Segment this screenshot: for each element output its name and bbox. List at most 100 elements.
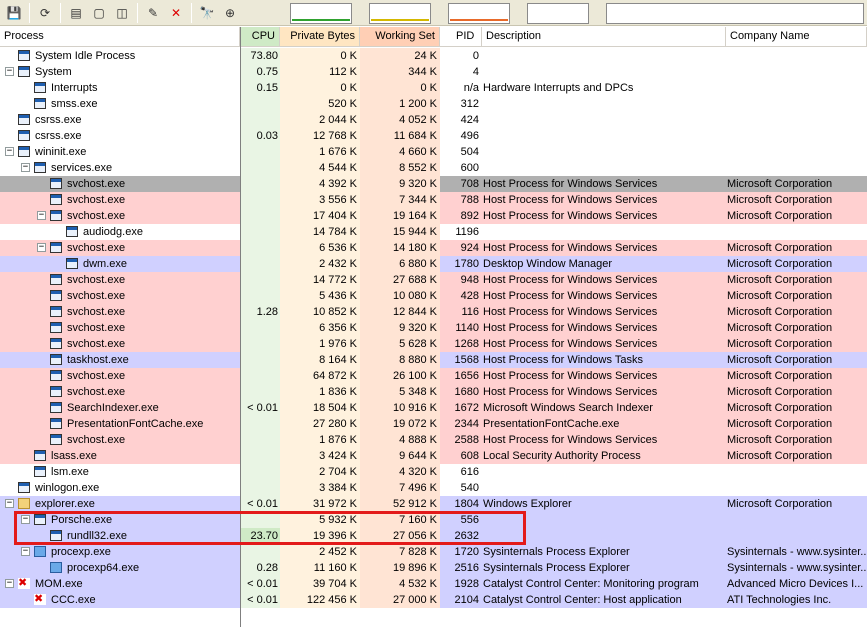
column-description[interactable]: Description <box>482 27 726 46</box>
column-company[interactable]: Company Name <box>726 27 867 46</box>
cpu-value: 0.03 <box>240 128 280 144</box>
process-row[interactable]: lsass.exe 3 424 K9 644 K 608 Local Security… <box>0 448 867 464</box>
description-value: Host Process for Windows Services <box>482 240 724 256</box>
save-icon[interactable]: 💾 <box>4 3 24 23</box>
private-bytes-value: 31 972 K <box>280 496 360 512</box>
column-working-set[interactable]: Working Set <box>360 27 440 46</box>
process-row[interactable]: − ✖ MOM.exe < 0.01 39 704 K4 532 K 1928 Cataly… <box>0 576 867 592</box>
process-cell: svchost.exe <box>0 368 240 384</box>
process-row[interactable]: − procexp.exe 2 452 K7 828 K 1720 Sysinterna… <box>0 544 867 560</box>
process-cell: svchost.exe <box>0 304 240 320</box>
working-set-value: 9 644 K <box>360 448 440 464</box>
process-row[interactable]: − Porsche.exe 5 932 K7 160 K 556 <box>0 512 867 528</box>
commit-graph[interactable] <box>369 3 431 24</box>
process-row[interactable]: rundll32.exe 23.70 19 396 K 27 056 K 2632 <box>0 528 867 544</box>
process-row[interactable]: svchost.exe 1 976 K5 628 K 1268 Host Proces… <box>0 336 867 352</box>
process-name: svchost.exe <box>67 338 126 350</box>
process-cell: svchost.exe <box>0 384 240 400</box>
application-icon <box>66 258 78 269</box>
process-row[interactable]: − svchost.exe 6 536 K 14 180 K 924 Host Proce… <box>0 240 867 256</box>
process-row[interactable]: svchost.exe 6 356 K9 320 K 1140 Host Proces… <box>0 320 867 336</box>
collapse-icon[interactable]: − <box>21 515 30 524</box>
column-divider <box>240 27 241 627</box>
network-graph[interactable] <box>527 3 589 24</box>
private-bytes-value: 2 704 K <box>280 464 360 480</box>
company-value: Microsoft Corporation <box>726 240 867 256</box>
collapse-icon[interactable]: − <box>37 243 46 252</box>
disk-graph[interactable] <box>606 3 864 24</box>
cpu-graph[interactable] <box>290 3 352 24</box>
company-value: ATI Technologies Inc. <box>726 592 867 608</box>
process-row[interactable]: Interrupts 0.15 0 K0 Kn/a Hardware Interrup… <box>0 80 867 96</box>
collapse-icon[interactable]: − <box>5 579 14 588</box>
row-gap <box>724 512 726 528</box>
find-window-icon[interactable]: ◫ <box>112 3 132 23</box>
process-row[interactable]: csrss.exe 0.03 12 768 K 11 684 K 496 <box>0 128 867 144</box>
properties-icon[interactable]: ✎ <box>143 3 163 23</box>
process-row[interactable]: − explorer.exe < 0.01 31 972 K 52 912 K 1804 W… <box>0 496 867 512</box>
pid-value: 1196 <box>455 226 479 238</box>
process-row[interactable]: svchost.exe 5 436 K 10 080 K 428 Host Proces… <box>0 288 867 304</box>
collapse-icon[interactable]: − <box>21 547 30 556</box>
company-value: Microsoft Corporation <box>726 336 867 352</box>
process-row[interactable]: − svchost.exe 17 404 K 19 164 K 892 Host Proc… <box>0 208 867 224</box>
process-cell: svchost.exe <box>0 320 240 336</box>
process-row[interactable]: System Idle Process 73.80 0 K 24 K 0 <box>0 48 867 64</box>
process-cell: − explorer.exe <box>0 496 240 512</box>
process-row[interactable]: lsm.exe 2 704 K4 320 K 616 <box>0 464 867 480</box>
collapse-icon[interactable]: − <box>21 163 30 172</box>
private-bytes-value: 2 452 K <box>280 544 360 560</box>
process-row[interactable]: procexp64.exe 0.28 11 160 K 19 896 K 2516 Sys… <box>0 560 867 576</box>
process-row[interactable]: dwm.exe 2 432 K6 880 K 1780 Desktop Window … <box>0 256 867 272</box>
process-row[interactable]: svchost.exe 1.28 10 852 K 12 844 K 116 Host P… <box>0 304 867 320</box>
io-graph[interactable] <box>448 3 510 24</box>
find-icon[interactable]: 🔭 <box>197 3 217 23</box>
process-row[interactable]: ✖ CCC.exe < 0.01 122 456 K 27 000 K 2104 Catal… <box>0 592 867 608</box>
working-set-value: 4 888 K <box>360 432 440 448</box>
private-bytes-value: 4 544 K <box>280 160 360 176</box>
process-row[interactable]: svchost.exe 14 772 K 27 688 K 948 Host Proce… <box>0 272 867 288</box>
process-row[interactable]: SearchIndexer.exe < 0.01 18 504 K 10 916 K1… <box>0 400 867 416</box>
process-row[interactable]: − services.exe 4 544 K8 552 K 600 <box>0 160 867 176</box>
process-name: System <box>35 66 72 78</box>
company-value: Microsoft Corporation <box>726 448 867 464</box>
process-row[interactable]: svchost.exe 1 836 K5 348 K 1680 Host Proces… <box>0 384 867 400</box>
collapse-icon[interactable]: − <box>5 147 14 156</box>
company-value: Microsoft Corporation <box>726 208 867 224</box>
row-gap <box>724 496 726 512</box>
column-private-bytes[interactable]: Private Bytes <box>280 27 360 46</box>
system-info-icon[interactable]: ▤ <box>66 3 86 23</box>
company-value: Sysinternals - www.sysinter... <box>726 544 867 560</box>
collapse-icon[interactable]: − <box>5 67 14 76</box>
private-bytes-value: 4 392 K <box>280 176 360 192</box>
target-icon[interactable]: ⊕ <box>220 3 240 23</box>
process-row[interactable]: csrss.exe 2 044 K4 052 K 424 <box>0 112 867 128</box>
description-value <box>482 96 724 112</box>
process-row[interactable]: audiodg.exe 14 784 K 15 944 K 1196 <box>0 224 867 240</box>
process-row[interactable]: − wininit.exe 1 676 K4 660 K 504 <box>0 144 867 160</box>
collapse-icon[interactable]: − <box>37 211 46 220</box>
process-cell: csrss.exe <box>0 128 240 144</box>
process-row[interactable]: taskhost.exe 8 164 K8 880 K 1568 Host Proce… <box>0 352 867 368</box>
application-icon <box>34 466 46 477</box>
window-icon[interactable]: ▢ <box>89 3 109 23</box>
kill-icon[interactable]: ✕ <box>166 3 186 23</box>
column-cpu[interactable]: CPU <box>240 27 280 46</box>
process-row[interactable]: svchost.exe 4 392 K9 320 K 708 Host Process… <box>0 176 867 192</box>
column-pid[interactable]: PID <box>440 27 482 46</box>
process-row[interactable]: svchost.exe 3 556 K7 344 K 788 Host Process… <box>0 192 867 208</box>
process-row[interactable]: winlogon.exe 3 384 K7 496 K 540 <box>0 480 867 496</box>
process-row[interactable]: smss.exe 520 K1 200 K 312 <box>0 96 867 112</box>
company-value <box>726 464 867 480</box>
process-row[interactable]: − System 0.75 112 K 344 K 4 <box>0 64 867 80</box>
process-row[interactable]: svchost.exe 1 876 K4 888 K 2588 Host Proces… <box>0 432 867 448</box>
refresh-icon[interactable]: ⟳ <box>35 3 55 23</box>
process-row[interactable]: PresentationFontCache.exe 27 280 K 19 072 … <box>0 416 867 432</box>
process-row[interactable]: svchost.exe 64 872 K 26 100 K 1656 Host Proc… <box>0 368 867 384</box>
toolbar-separator <box>191 2 192 23</box>
column-process[interactable]: Process <box>0 27 240 46</box>
pid-value: 1140 <box>440 320 482 336</box>
pid-value: 312 <box>460 98 479 110</box>
private-bytes-value: 3 556 K <box>280 192 360 208</box>
collapse-icon[interactable]: − <box>5 499 14 508</box>
